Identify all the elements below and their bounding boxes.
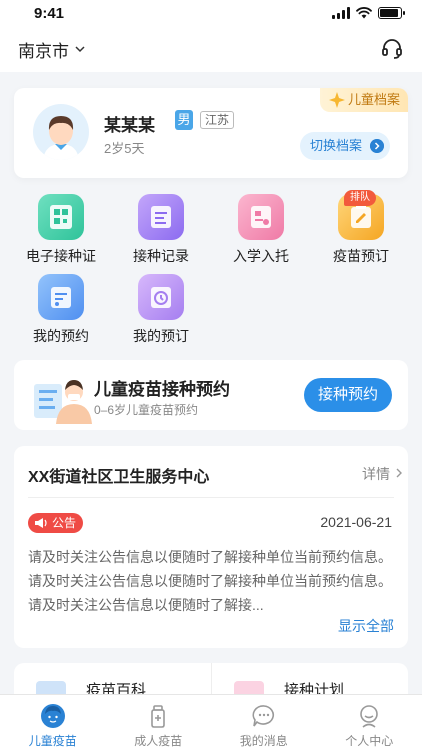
grid-label: 我的预约 [33, 328, 89, 344]
my-order-icon [138, 274, 184, 320]
gender-tag: 男 [175, 110, 193, 130]
child-face-icon [40, 704, 65, 728]
chevron-down-icon [75, 46, 85, 53]
grid-item-vaccine-order[interactable]: 排队 疫苗预订 [314, 190, 408, 266]
booking-title: 儿童疫苗接种预约 [94, 380, 230, 399]
tab-bar: 儿童疫苗 成人疫苗 我的消息 个人中心 [0, 694, 422, 750]
vaccine-bottle-icon [151, 705, 166, 728]
wifi-icon [356, 7, 372, 19]
battery-icon [378, 7, 405, 19]
child-vaccine-booking-card[interactable]: 儿童疫苗接种预约 0–6岁儿童疫苗预约 接种预约 [14, 360, 408, 430]
child-profile-card[interactable]: 某某某 男 江苏 2岁5天 儿童档案 切换档案 [14, 88, 408, 178]
my-appointment-icon [38, 274, 84, 320]
queue-badge: 排队 [344, 190, 376, 206]
message-icon [252, 705, 274, 727]
vaccination-record-icon [138, 194, 184, 240]
grid-item-school-enrollment[interactable]: 入学入托 [214, 194, 308, 266]
child-age: 2岁5天 [104, 141, 145, 156]
status-bar: 9:41 [0, 0, 422, 26]
vaccination-booking-button[interactable]: 接种预约 [304, 378, 392, 412]
service-center-name: XX街道社区卫生服务中心 [28, 469, 210, 486]
header: 南京市 [0, 26, 422, 72]
star-icon [329, 92, 345, 108]
grid-label: 接种记录 [133, 248, 189, 264]
nurse-illustration-icon [34, 380, 92, 424]
signal-icon [332, 7, 350, 19]
grid-item-e-certificate[interactable]: 电子接种证 [14, 194, 108, 266]
notice-text: 请及时关注公告信息以便随时了解接种单位当前预约信息。请及时关注公告信息以便随时了… [28, 549, 392, 613]
e-vaccination-certificate-icon [38, 194, 84, 240]
notice-date: 2021-06-21 [320, 514, 392, 530]
tab-child-vaccine[interactable]: 儿童疫苗 [0, 695, 106, 750]
grid-label: 疫苗预订 [333, 248, 389, 264]
megaphone-icon [35, 518, 47, 528]
tab-label: 成人疫苗 [134, 734, 183, 748]
chevron-right-icon[interactable] [394, 468, 404, 478]
status-icons [332, 7, 405, 19]
switch-profile-button[interactable]: 切换档案 [299, 132, 390, 160]
booking-subtitle: 0–6岁儿童疫苗预约 [94, 403, 199, 417]
grid-item-my-order[interactable]: 我的预订 [114, 274, 208, 346]
grid-label: 电子接种证 [26, 248, 96, 264]
grid-item-my-appointment[interactable]: 我的预约 [14, 274, 108, 346]
avatar [33, 104, 89, 160]
grid-label: 我的预订 [133, 328, 189, 344]
school-enrollment-icon [238, 194, 284, 240]
child-name: 某某某 [104, 116, 155, 135]
tab-profile[interactable]: 个人中心 [317, 695, 422, 750]
province-tag: 江苏 [200, 111, 235, 129]
show-all-link[interactable]: 显示全部 [338, 616, 394, 636]
status-time: 9:41 [34, 4, 65, 22]
tab-adult-vaccine[interactable]: 成人疫苗 [106, 695, 212, 750]
city-selector[interactable]: 南京市 [18, 37, 85, 62]
archive-tag-label: 儿童档案 [348, 92, 401, 107]
tab-label: 儿童疫苗 [28, 734, 77, 748]
tab-label: 我的消息 [239, 734, 288, 748]
arrow-right-icon [370, 139, 384, 153]
customer-service-icon[interactable] [380, 37, 404, 61]
divider [28, 497, 394, 498]
switch-profile-label: 切换档案 [309, 138, 362, 153]
service-center-card: XX街道社区卫生服务中心 详情 公告 2021-06-21 请及时关注公告信息以… [14, 446, 408, 648]
tab-label: 个人中心 [345, 734, 394, 748]
city-label: 南京市 [18, 41, 69, 61]
user-icon [360, 705, 379, 728]
grid-item-vaccination-record[interactable]: 接种记录 [114, 194, 208, 266]
archive-tag: 儿童档案 [320, 88, 408, 112]
grid-label: 入学入托 [233, 248, 289, 264]
detail-link[interactable]: 详情 [362, 464, 390, 484]
notice-tag-label: 公告 [52, 516, 77, 530]
notice-tag: 公告 [28, 513, 84, 533]
tab-messages[interactable]: 我的消息 [211, 695, 317, 750]
